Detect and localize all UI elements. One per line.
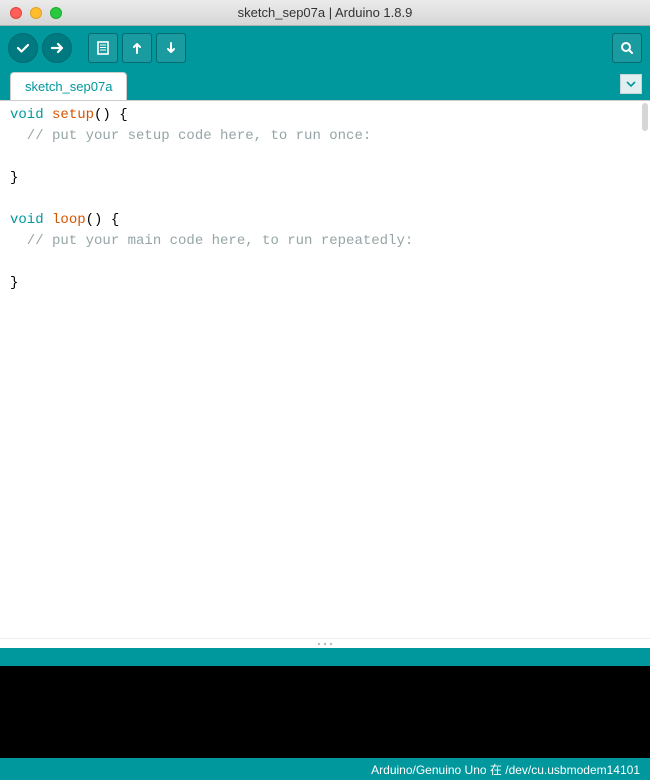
open-sketch-button[interactable] [122, 33, 152, 63]
keyword: void [10, 107, 44, 123]
minimize-window-button[interactable] [30, 7, 42, 19]
tab-menu-button[interactable] [620, 74, 642, 94]
code-text: () { [94, 107, 128, 123]
tab-active[interactable]: sketch_sep07a [10, 72, 127, 100]
zoom-window-button[interactable] [50, 7, 62, 19]
upload-button[interactable] [42, 33, 72, 63]
console-header [0, 648, 650, 666]
verify-button[interactable] [8, 33, 38, 63]
code-text: () { [86, 212, 120, 228]
code-editor[interactable]: void setup() { // put your setup code he… [0, 100, 650, 638]
code-text: } [10, 275, 18, 291]
status-bar: Arduino/Genuino Uno 在 /dev/cu.usbmodem14… [0, 758, 650, 780]
function-name: loop [52, 212, 86, 228]
code-content: void setup() { // put your setup code he… [0, 101, 650, 298]
console-output [0, 666, 650, 758]
window-title: sketch_sep07a | Arduino 1.8.9 [0, 5, 650, 20]
console-resize-handle[interactable] [0, 638, 650, 648]
comment: // put your main code here, to run repea… [10, 233, 413, 249]
titlebar: sketch_sep07a | Arduino 1.8.9 [0, 0, 650, 26]
new-sketch-button[interactable] [88, 33, 118, 63]
serial-monitor-button[interactable] [612, 33, 642, 63]
function-name: setup [52, 107, 94, 123]
comment: // put your setup code here, to run once… [10, 128, 371, 144]
status-text: Arduino/Genuino Uno 在 /dev/cu.usbmodem14… [371, 761, 640, 778]
save-sketch-button[interactable] [156, 33, 186, 63]
toolbar [0, 26, 650, 70]
traffic-lights [0, 7, 62, 19]
vertical-scrollbar[interactable] [642, 103, 648, 131]
keyword: void [10, 212, 44, 228]
close-window-button[interactable] [10, 7, 22, 19]
code-text: } [10, 170, 18, 186]
tab-bar: sketch_sep07a [0, 70, 650, 100]
